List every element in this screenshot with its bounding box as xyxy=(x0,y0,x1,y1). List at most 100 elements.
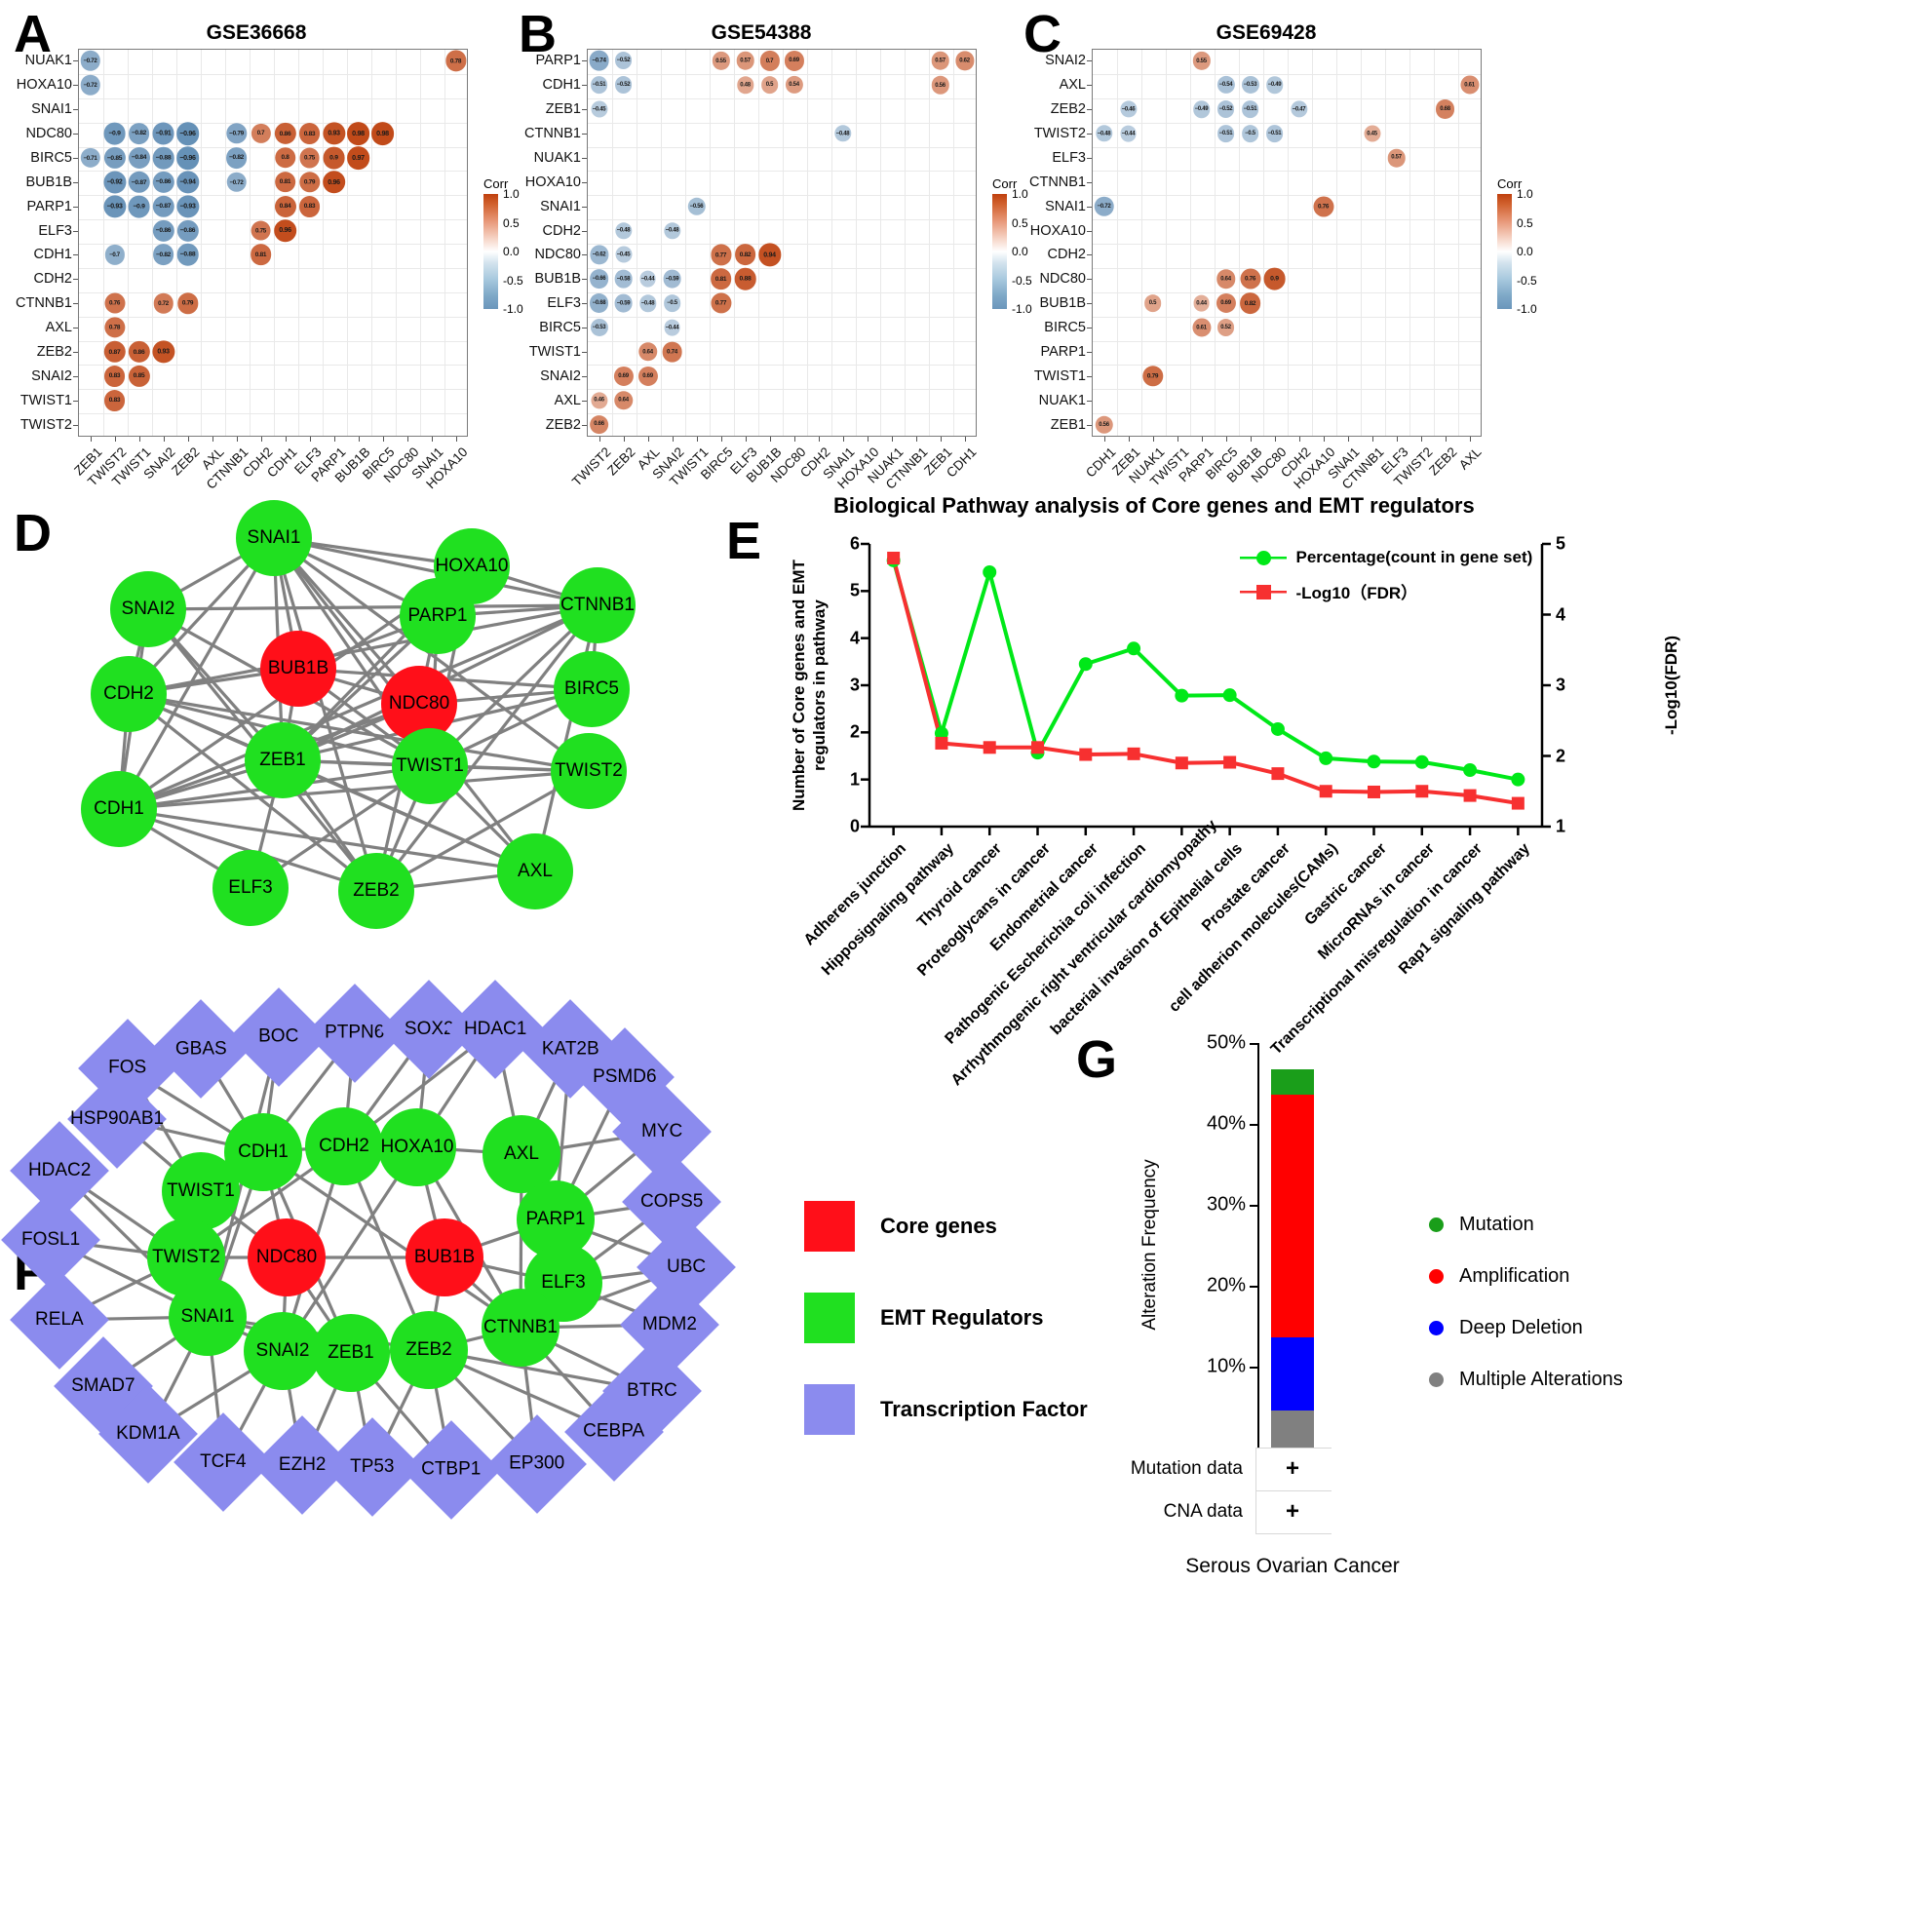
y-axis-tick-label: 50% xyxy=(1206,1031,1246,1054)
network-node-label: KDM1A xyxy=(116,1423,180,1444)
corr-legend-tick: -1.0 xyxy=(1517,302,1537,317)
network-node-ctnnb1[interactable]: CTNNB1 xyxy=(482,1289,560,1367)
table-row-label: Mutation data xyxy=(1130,1458,1243,1479)
axis-tick xyxy=(1087,134,1092,135)
corr-row-label: NUAK1 xyxy=(1038,392,1086,408)
axis-tick xyxy=(769,437,771,442)
correlation-bubble: −0.51 xyxy=(1216,125,1235,142)
chart-data-point xyxy=(1079,748,1093,761)
correlation-bubble: 0.76 xyxy=(1239,268,1261,290)
grid-line-horizontal xyxy=(1093,219,1481,221)
network-node-snai1[interactable]: SNAI1 xyxy=(169,1278,247,1356)
network-panel-f: FOS GBAS BOC PTPN6 SOX2 HDAC1 KAT2B PSMD6 HSP90A… xyxy=(0,0,741,1521)
chart-data-point xyxy=(1270,721,1285,736)
network-node-label: SNAI1 xyxy=(180,1306,235,1327)
legend-label: Multiple Alterations xyxy=(1459,1369,1623,1390)
grid-line-vertical xyxy=(880,50,881,436)
legend-label: -Log10（FDR） xyxy=(1295,584,1418,602)
axis-tick xyxy=(1177,437,1178,442)
axis-tick xyxy=(1469,437,1471,442)
corr-row-label: PARP1 xyxy=(1040,343,1086,360)
legend-glyph xyxy=(1255,584,1271,599)
axis-tick xyxy=(1087,60,1092,62)
network-node-label: CDH1 xyxy=(238,1141,289,1162)
grid-line-vertical xyxy=(953,50,954,436)
y-axis-tick-label: 30% xyxy=(1206,1193,1246,1216)
axis-tick xyxy=(1396,437,1398,442)
corr-legend-tick: 0.5 xyxy=(1517,215,1533,230)
network-node-label: ELF3 xyxy=(541,1272,586,1293)
axis-tick xyxy=(1323,437,1325,442)
network-node-label: HDAC1 xyxy=(463,1019,527,1039)
network-node-zeb2[interactable]: ZEB2 xyxy=(390,1311,468,1389)
corr-row-label: SNAI2 xyxy=(1045,53,1086,69)
bar-segment-amplification xyxy=(1271,1095,1314,1338)
correlation-bubble: −0.51 xyxy=(1241,100,1259,119)
grid-line-horizontal xyxy=(1093,316,1481,318)
network-node-label: UBC xyxy=(666,1256,707,1277)
axis-tick xyxy=(1250,437,1252,442)
network-node-cdh2[interactable]: CDH2 xyxy=(305,1107,383,1185)
corr-row-label: BUB1B xyxy=(1039,295,1086,312)
network-node-label: MDM2 xyxy=(642,1313,697,1334)
grid-line-vertical xyxy=(1288,50,1289,436)
grid-line-horizontal xyxy=(1093,340,1481,342)
grid-line-vertical xyxy=(758,50,759,436)
corr-row-label: SNAI1 xyxy=(1045,198,1086,214)
network-node-label: PSMD6 xyxy=(593,1066,657,1087)
chart-data-point xyxy=(1127,747,1140,760)
axis-tick xyxy=(891,437,893,442)
bar-segment-multiple-alterations xyxy=(1271,1410,1314,1448)
grid-line-vertical xyxy=(905,50,906,436)
network-node-label: HSP90AB1 xyxy=(69,1108,165,1129)
axis-tick xyxy=(1347,437,1349,442)
corr-row-label: TWIST2 xyxy=(1033,126,1086,142)
network-node-label: GBAS xyxy=(174,1038,227,1059)
network-node-snai2[interactable]: SNAI2 xyxy=(244,1312,322,1390)
legend-label: Core genes xyxy=(880,1214,997,1238)
network-edges xyxy=(50,1027,687,1472)
correlation-bubble: 0.82 xyxy=(1239,292,1261,315)
network-node-label: HOXA10 xyxy=(380,1137,454,1157)
chart-data-point xyxy=(1511,772,1525,787)
correlation-bubble: −0.51 xyxy=(1265,125,1284,142)
corr-colorbar xyxy=(1497,194,1512,310)
y-axis-title: Alteration Frequency xyxy=(1139,1158,1160,1331)
network-node-label: BOC xyxy=(258,1026,299,1047)
legend-color-dot xyxy=(1429,1372,1444,1387)
network-node-label: CDH2 xyxy=(319,1136,369,1156)
network-node-label: CTNNB1 xyxy=(482,1317,558,1337)
correlation-bubble: −0.53 xyxy=(1241,76,1259,95)
legend-item: Percentage(count in gene set) xyxy=(1239,548,1532,567)
network-node-twist1[interactable]: TWIST1 xyxy=(162,1152,240,1230)
network-node-label: EP300 xyxy=(509,1452,565,1474)
legend-item: Amplification xyxy=(1429,1265,1623,1288)
chart-data-point xyxy=(1463,763,1478,777)
axis-tick xyxy=(1087,109,1092,111)
chart-panel-g: 50% 40% 30% 20% 10% Alteration Frequency Mutat… xyxy=(1072,1014,1930,1638)
network-node-label: TWIST2 xyxy=(152,1247,220,1267)
legend-item: Multiple Alterations xyxy=(1429,1369,1623,1391)
grid-line-vertical xyxy=(831,50,832,436)
legend-color-swatch xyxy=(804,1384,855,1435)
network-node-ndc80[interactable]: NDC80 xyxy=(248,1218,326,1296)
network-node-hoxa10[interactable]: HOXA10 xyxy=(378,1108,456,1186)
network-node-label: SNAI2 xyxy=(255,1340,310,1361)
grid-line-horizontal xyxy=(1093,195,1481,197)
network-node-zeb1[interactable]: ZEB1 xyxy=(312,1314,390,1392)
network-node-label: PTPN6 xyxy=(325,1023,385,1043)
correlation-bubble: 0.57 xyxy=(1387,148,1406,168)
network-node-bub1b[interactable]: BUB1B xyxy=(405,1218,483,1296)
table-divider xyxy=(1255,1490,1332,1491)
network-node-label: ZEB1 xyxy=(328,1342,374,1363)
grid-line-vertical xyxy=(807,50,808,436)
network-node-label: BUB1B xyxy=(413,1247,476,1267)
network-node-label: FOSL1 xyxy=(20,1228,81,1250)
legend-color-swatch xyxy=(804,1201,855,1252)
legend-color-dot xyxy=(1429,1269,1444,1284)
chart-data-point xyxy=(1368,785,1380,798)
network-node-label: MYC xyxy=(640,1120,683,1141)
correlation-bubble: −0.44 xyxy=(1120,125,1137,142)
chart-data-point xyxy=(1222,688,1237,703)
network-node-label: HDAC2 xyxy=(27,1160,92,1180)
